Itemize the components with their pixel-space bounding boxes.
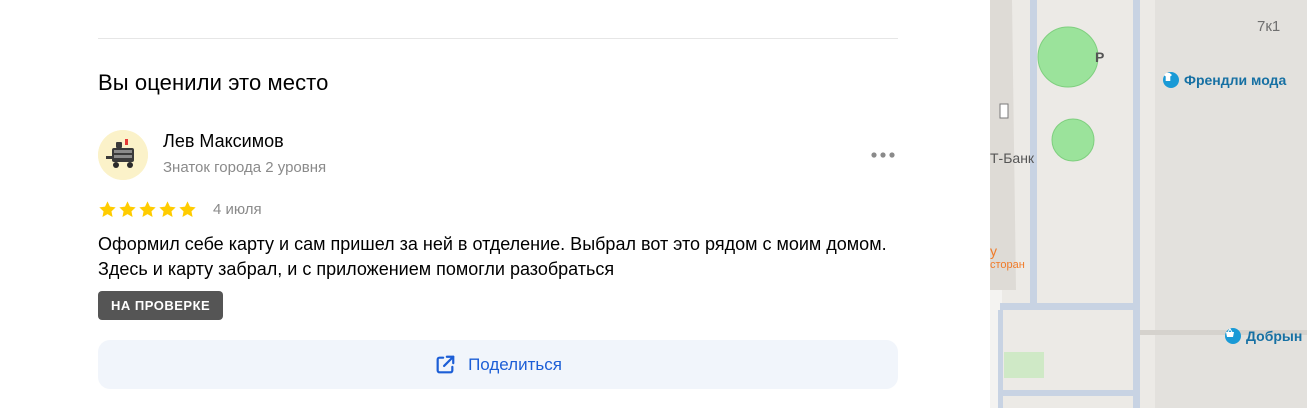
star-icon — [179, 201, 196, 217]
map-bank-label: Т-Банк — [990, 150, 1035, 166]
map-poi-store-label: Добрын — [1246, 328, 1303, 344]
robot-avatar-icon — [98, 130, 148, 180]
more-options-button[interactable] — [866, 143, 900, 167]
author-name[interactable]: Лев Максимов — [163, 131, 284, 152]
section-title: Вы оценили это место — [98, 70, 329, 95]
star-icon — [139, 201, 156, 217]
more-horizontal-icon — [871, 152, 895, 158]
tshirt-icon — [1163, 72, 1179, 88]
review-text: Оформил себе карту и сам пришел за ней в… — [98, 234, 887, 279]
author-level: Знаток города 2 уровня — [163, 159, 327, 176]
map-poi-store[interactable]: Добрын — [1225, 328, 1302, 344]
map-building-number: 7к1 — [1257, 18, 1281, 35]
avatar[interactable] — [98, 130, 148, 180]
map-restaurant-prefix: у — [990, 243, 997, 259]
map-canvas — [990, 0, 1307, 408]
star-icon — [99, 201, 116, 217]
share-label: Поделиться — [468, 354, 562, 374]
share-external-icon — [436, 355, 455, 373]
share-button[interactable]: Поделиться — [98, 340, 898, 389]
map-letter-p: Р — [1095, 49, 1105, 65]
map-poi-fashion-label: Френдли мода — [1184, 72, 1287, 88]
review-panel: Вы оценили это место Лев Максимов Знаток… — [0, 0, 990, 408]
map-poi-fashion[interactable]: Френдли мода — [1163, 72, 1286, 88]
status-badge: НА ПРОВЕРКЕ — [98, 291, 224, 320]
basket-icon — [1225, 328, 1241, 344]
rating-stars — [98, 200, 197, 219]
map-view[interactable]: 7к1 Р Т-Банк у сторан Френдли мода Добры… — [990, 0, 1307, 408]
top-divider — [98, 38, 898, 39]
star-icon — [159, 201, 176, 217]
star-icon — [119, 201, 136, 217]
map-restaurant-label: сторан — [990, 259, 1025, 271]
review-date: 4 июля — [213, 201, 262, 218]
